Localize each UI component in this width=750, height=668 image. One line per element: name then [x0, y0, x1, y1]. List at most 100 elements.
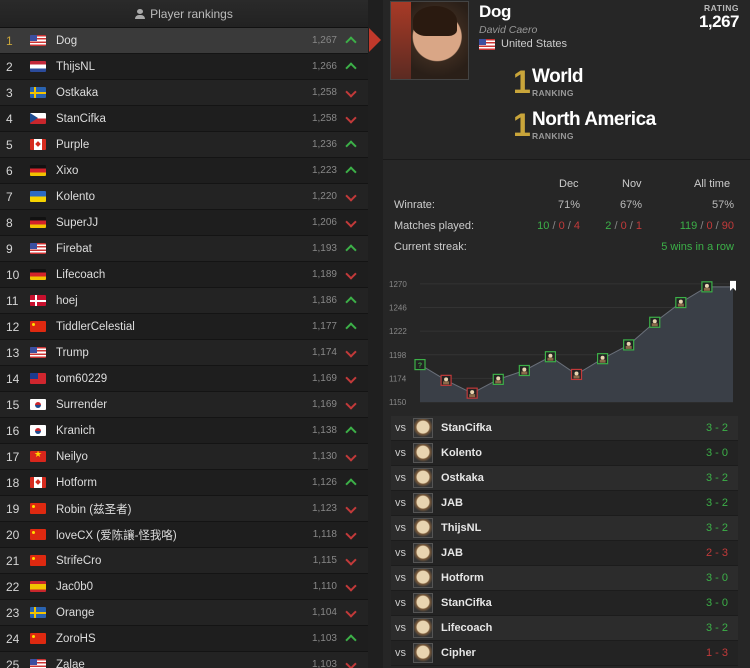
match-opponent-name[interactable]: StanCifka: [441, 422, 698, 434]
ranking-row[interactable]: 4 StanCifka 1,258: [0, 106, 368, 132]
ranking-position: 17: [6, 449, 20, 464]
ranking-row[interactable]: 12 TiddlerCelestial 1,177: [0, 314, 368, 340]
ranking-player-name[interactable]: SuperJJ: [56, 217, 297, 229]
ranking-row[interactable]: 19 Robin (兹圣者) 1,123: [0, 496, 368, 522]
chart-match-marker[interactable]: [440, 374, 452, 386]
ranking-position: 10: [6, 267, 20, 282]
chart-match-marker[interactable]: [544, 351, 557, 363]
ranking-rating: 1,220: [311, 191, 337, 202]
ranking-row[interactable]: 3 Ostkaka 1,258: [0, 80, 368, 106]
ranking-row[interactable]: 13 Trump 1,174: [0, 340, 368, 366]
ranking-row[interactable]: 15 Surrender 1,169: [0, 392, 368, 418]
ranking-row[interactable]: 2 ThijsNL 1,266: [0, 54, 368, 80]
match-row[interactable]: vs JAB 2 - 3: [391, 541, 738, 566]
ranking-row[interactable]: 25 Zalae 1,103: [0, 652, 368, 668]
match-opponent-name[interactable]: JAB: [441, 497, 698, 509]
ranking-row[interactable]: 8 SuperJJ 1,206: [0, 210, 368, 236]
match-row[interactable]: vs StanCifka 3 - 0: [391, 591, 738, 616]
ranking-row[interactable]: 11 hoej 1,186: [0, 288, 368, 314]
ranking-player-name[interactable]: Trump: [56, 347, 297, 359]
ranking-position: 24: [6, 631, 20, 646]
dk-flag-icon: [30, 295, 46, 306]
ranking-row[interactable]: 6 Xixo 1,223: [0, 158, 368, 184]
ranking-row[interactable]: 9 Firebat 1,193: [0, 236, 368, 262]
ranking-rating: 1,189: [311, 269, 337, 280]
ranking-rating: 1,174: [311, 347, 337, 358]
ranking-row[interactable]: 7 Kolento 1,220: [0, 184, 368, 210]
chart-match-marker[interactable]: [649, 316, 661, 328]
match-row[interactable]: vs Cipher 1 - 3: [391, 641, 738, 666]
chart-match-marker[interactable]: [570, 368, 583, 381]
ranking-row[interactable]: 10 Lifecoach 1,189: [0, 262, 368, 288]
match-row[interactable]: vs Hotform 3 - 0: [391, 566, 738, 591]
match-opponent-name[interactable]: Hotform: [441, 572, 698, 584]
ranking-player-name[interactable]: Xixo: [56, 165, 297, 177]
ranking-row[interactable]: 22 Jac0b0 1,110: [0, 574, 368, 600]
ranking-player-name[interactable]: Neilyo: [56, 451, 297, 463]
nl-flag-icon: [30, 61, 46, 72]
chart-match-marker[interactable]: [701, 281, 713, 293]
ranking-player-name[interactable]: Dog: [56, 35, 297, 47]
ranking-player-name[interactable]: Ostkaka: [56, 87, 297, 99]
ranking-row[interactable]: 5 Purple 1,236: [0, 132, 368, 158]
match-opponent-name[interactable]: JAB: [441, 547, 698, 559]
ranking-row[interactable]: 21 StrifeCro 1,115: [0, 548, 368, 574]
ranking-player-name[interactable]: Kranich: [56, 425, 297, 437]
chart-match-marker[interactable]: [675, 296, 687, 309]
chart-match-marker[interactable]: [596, 353, 609, 365]
match-opponent-name[interactable]: Ostkaka: [441, 472, 698, 484]
match-row[interactable]: vs ThijsNL 3 - 2: [391, 516, 738, 541]
ranking-player-name[interactable]: Kolento: [56, 191, 297, 203]
ca-flag-icon: [30, 139, 46, 150]
chart-match-marker[interactable]: [492, 373, 504, 385]
chart-match-marker[interactable]: [518, 364, 530, 377]
match-opponent-name[interactable]: Kolento: [441, 447, 698, 459]
ranking-player-name[interactable]: Orange: [56, 607, 297, 619]
chart-start-marker[interactable]: ?: [414, 358, 426, 371]
ranking-player-name[interactable]: Lifecoach: [56, 269, 297, 281]
ranking-player-name[interactable]: Robin (兹圣者): [56, 501, 297, 517]
match-row[interactable]: vs JAB 3 - 2: [391, 491, 738, 516]
match-row[interactable]: vs Kolento 3 - 0: [391, 441, 738, 466]
ranking-player-name[interactable]: StrifeCro: [56, 555, 297, 567]
ranking-player-name[interactable]: loveCX (爱陈讓-怪我咯): [56, 527, 297, 543]
ranking-player-name[interactable]: Purple: [56, 139, 297, 151]
match-row[interactable]: vs StanCifka 3 - 2: [391, 416, 738, 441]
ranking-row[interactable]: 23 Orange 1,104: [0, 600, 368, 626]
ranking-player-name[interactable]: Surrender: [56, 399, 297, 411]
ranking-row[interactable]: 1 Dog 1,267: [0, 28, 368, 54]
chart-match-marker[interactable]: [466, 387, 478, 399]
ranking-row[interactable]: 17 Neilyo 1,130: [0, 444, 368, 470]
match-vs-label: vs: [395, 522, 406, 534]
ranking-player-name[interactable]: tom60229: [56, 373, 297, 385]
ranking-row[interactable]: 24 ZoroHS 1,103: [0, 626, 368, 652]
ranking-player-name[interactable]: ThijsNL: [56, 61, 297, 73]
ranking-row[interactable]: 20 loveCX (爱陈讓-怪我咯) 1,118: [0, 522, 368, 548]
chart-match-marker[interactable]: [623, 339, 635, 351]
cn-flag-icon: [30, 529, 46, 540]
us-flag-icon: [479, 38, 495, 50]
match-opponent-name[interactable]: Lifecoach: [441, 622, 698, 634]
match-opponent-name[interactable]: Cipher: [441, 647, 698, 659]
ranking-row[interactable]: 18 Hotform 1,126: [0, 470, 368, 496]
player-detail-panel: Dog David Caero United States RATING 1,2…: [383, 0, 750, 668]
match-opponent-name[interactable]: ThijsNL: [441, 522, 698, 534]
match-score: 3 - 2: [705, 497, 728, 509]
match-row[interactable]: vs Ostkaka 3 - 2: [391, 466, 738, 491]
ranking-player-name[interactable]: Firebat: [56, 243, 297, 255]
ranking-player-name[interactable]: StanCifka: [56, 113, 297, 125]
ranking-row[interactable]: 14 tom60229 1,169: [0, 366, 368, 392]
ranking-player-name[interactable]: Zalae: [56, 659, 297, 668]
ranking-player-name[interactable]: ZoroHS: [56, 633, 297, 645]
match-opponent-name[interactable]: StanCifka: [441, 597, 698, 609]
matches-alltime: 119 / 0 / 90: [679, 220, 734, 232]
ranking-player-name[interactable]: Jac0b0: [56, 581, 297, 593]
ranking-player-name[interactable]: Hotform: [56, 477, 297, 489]
ranking-row[interactable]: 16 Kranich 1,138: [0, 418, 368, 444]
ranking-player-name[interactable]: TiddlerCelestial: [56, 321, 297, 333]
trend-down-icon: [345, 530, 359, 540]
ranking-player-name[interactable]: hoej: [56, 295, 297, 307]
trend-down-icon: [345, 270, 359, 280]
ranking-rating: 1,138: [311, 425, 337, 436]
match-row[interactable]: vs Lifecoach 3 - 2: [391, 616, 738, 641]
